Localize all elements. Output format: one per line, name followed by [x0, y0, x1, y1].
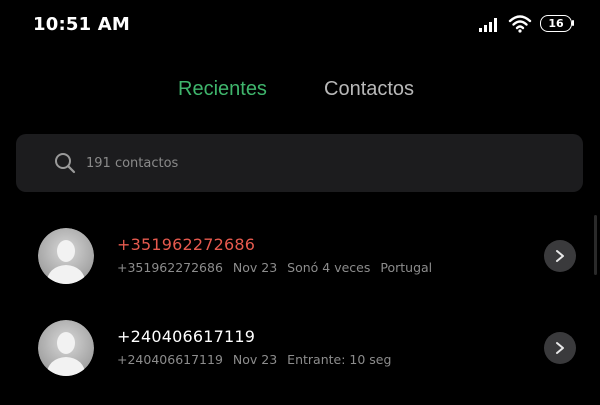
- person-icon: [38, 320, 94, 376]
- person-icon: [38, 228, 94, 284]
- battery-level: 16: [548, 17, 564, 30]
- call-info: Entrante: 10 seg: [287, 352, 392, 367]
- signal-icon: [479, 17, 497, 32]
- scrollbar[interactable]: [594, 215, 597, 275]
- call-detail-number: +240406617119: [117, 352, 223, 367]
- call-details-button[interactable]: [544, 332, 576, 364]
- status-time: 10:51 AM: [33, 14, 131, 35]
- status-bar: 10:51 AM 16: [0, 0, 600, 52]
- tab-recientes[interactable]: Recientes: [178, 78, 267, 101]
- chevron-right-icon: [556, 342, 564, 354]
- call-number: +351962272686: [117, 235, 256, 254]
- tab-contactos[interactable]: Contactos: [324, 78, 414, 101]
- call-detail: +351962272686 Nov 23 Sonó 4 veces Portug…: [117, 260, 438, 275]
- wifi-icon: [508, 15, 532, 33]
- call-date: Nov 23: [232, 352, 278, 367]
- avatar: [38, 320, 94, 376]
- tab-bar: Recientes Contactos: [0, 78, 600, 110]
- chevron-right-icon: [556, 250, 564, 262]
- call-list: +351962272686 +351962272686 Nov 23 Sonó …: [0, 210, 600, 394]
- call-number: +240406617119: [117, 327, 256, 346]
- search-box[interactable]: [16, 134, 583, 192]
- call-row[interactable]: +351962272686 +351962272686 Nov 23 Sonó …: [0, 210, 600, 302]
- call-row[interactable]: +240406617119 +240406617119 Nov 23 Entra…: [0, 302, 600, 394]
- search-icon: [55, 153, 76, 174]
- avatar: [38, 228, 94, 284]
- status-icons: 16: [478, 14, 574, 33]
- search-input[interactable]: [86, 148, 546, 178]
- call-date: Nov 23: [232, 260, 278, 275]
- call-detail: +240406617119 Nov 23 Entrante: 10 seg: [117, 352, 397, 367]
- call-info: Sonó 4 veces: [287, 260, 371, 275]
- call-details-button[interactable]: [544, 240, 576, 272]
- battery-icon: 16: [540, 15, 574, 32]
- call-detail-number: +351962272686: [117, 260, 223, 275]
- call-location: Portugal: [380, 260, 433, 275]
